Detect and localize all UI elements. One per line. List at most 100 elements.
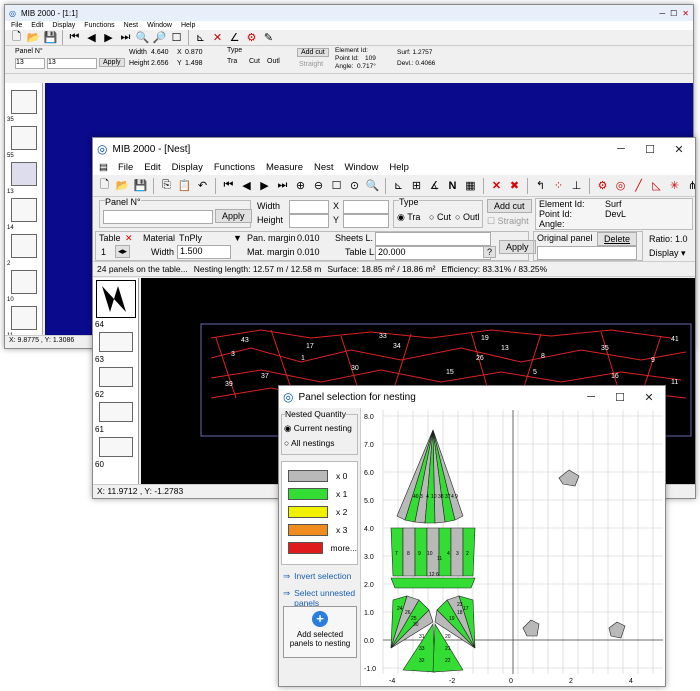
zoom-in-icon[interactable]: 🔍	[135, 30, 150, 45]
zoom-out-icon[interactable]: 🔎	[152, 30, 167, 45]
material-value[interactable]: TnPly	[179, 233, 202, 243]
open-icon[interactable]: 📂	[26, 30, 41, 45]
radio-all-nestings[interactable]: ○ All nestings	[284, 438, 355, 448]
next-icon[interactable]: ▶	[101, 30, 116, 45]
angle-icon[interactable]: ∡	[427, 178, 442, 193]
delete-all-icon[interactable]: ✖	[507, 178, 522, 193]
back-straight-check[interactable]: Straight	[299, 61, 323, 68]
menu-functions[interactable]: Functions	[213, 162, 256, 173]
prev-icon[interactable]: ◀	[84, 30, 99, 45]
first-icon[interactable]: ⏮	[221, 178, 236, 193]
back-close-button[interactable]: ✕	[682, 9, 689, 18]
points-icon[interactable]: ⁘	[551, 178, 566, 193]
last-icon[interactable]: ⏭	[275, 178, 290, 193]
new-icon[interactable]: 🗋	[9, 30, 24, 45]
pencil-icon[interactable]: ✎	[261, 30, 276, 45]
panel-thumb[interactable]	[10, 198, 37, 222]
zoom-out-icon[interactable]: ⊖	[311, 178, 326, 193]
panel-thumb[interactable]	[98, 332, 133, 352]
back-menu-window[interactable]: Window	[146, 22, 173, 29]
back-minimize-button[interactable]: ─	[659, 9, 665, 18]
settings-icon[interactable]: ⚙	[595, 178, 610, 193]
mat-margin-value[interactable]: 0.010	[297, 247, 320, 257]
x-input[interactable]	[343, 200, 389, 214]
copy-icon[interactable]: ⎘	[159, 178, 174, 193]
panel-apply-button[interactable]: Apply	[215, 209, 252, 223]
menu-window[interactable]: Window	[344, 162, 380, 173]
menu-nest[interactable]: Nest	[313, 162, 335, 173]
minimize-button[interactable]: ─	[609, 143, 633, 155]
save-icon[interactable]: 💾	[43, 30, 58, 45]
legend-row[interactable]: more...	[288, 542, 357, 554]
axis-icon[interactable]: ⊥	[569, 178, 584, 193]
close-button[interactable]: ✕	[667, 143, 691, 156]
split-icon[interactable]: ⋔	[685, 178, 695, 193]
back-type-cut[interactable]: Cut	[249, 58, 260, 65]
small-fan-panel[interactable]	[558, 469, 580, 487]
paste-icon[interactable]: 📋	[177, 178, 192, 193]
back-add-cut-button[interactable]: Add cut	[297, 48, 329, 57]
back-panel-input[interactable]: 13	[15, 58, 45, 69]
dialog-close-button[interactable]: ✕	[637, 391, 661, 404]
save-icon[interactable]: 💾	[133, 178, 148, 193]
band-panel[interactable]	[414, 527, 428, 577]
graph-icon[interactable]: ∠	[227, 30, 242, 45]
width-input[interactable]	[289, 200, 329, 214]
pan-margin-value[interactable]: 0.010	[297, 233, 320, 243]
zoom-prev-icon[interactable]: 🔍	[365, 178, 380, 193]
delete-icon[interactable]: ✕	[210, 30, 225, 45]
settings-icon[interactable]: ⚙	[244, 30, 259, 45]
table-apply-button[interactable]: Apply	[499, 240, 536, 254]
selected-thumb[interactable]	[95, 280, 136, 318]
dialog-minimize-button[interactable]: ─	[579, 391, 603, 403]
next-icon[interactable]: ▶	[257, 178, 272, 193]
star-icon[interactable]: ✳	[667, 178, 682, 193]
curve-icon[interactable]: ↰	[533, 178, 548, 193]
display-dropdown[interactable]: Display ▾	[649, 248, 686, 259]
table-remove-icon[interactable]: ✕	[125, 233, 133, 244]
zoom-box-icon[interactable]: ☐	[169, 30, 184, 45]
back-height-value[interactable]: 2.656	[151, 60, 169, 67]
panel-thumb[interactable]	[10, 90, 37, 114]
original-panel-input[interactable]	[537, 246, 637, 260]
back-maximize-button[interactable]: ☐	[670, 9, 677, 18]
height-input[interactable]	[289, 214, 329, 228]
measure-icon[interactable]: ⊾	[391, 178, 406, 193]
back-menu-file[interactable]: File	[10, 22, 23, 29]
table-spinner[interactable]: ◂▸	[115, 245, 131, 258]
radio-current-nesting[interactable]: ◉ Current nesting	[284, 423, 355, 434]
back-apply-button[interactable]: Apply	[99, 58, 125, 67]
back-menu-edit[interactable]: Edit	[30, 22, 44, 29]
north-icon[interactable]: N	[445, 178, 460, 193]
legend-row[interactable]: x 1	[288, 488, 357, 500]
last-icon[interactable]: ⏭	[118, 30, 133, 45]
delete-button[interactable]: Delete	[597, 232, 638, 246]
undo-icon[interactable]: ↶	[195, 178, 210, 193]
type-cut-radio[interactable]: ○ Cut	[429, 212, 451, 222]
new-icon[interactable]: 🗋	[97, 178, 112, 193]
legend-row[interactable]: x 3	[288, 524, 357, 536]
open-icon[interactable]: 📂	[115, 178, 130, 193]
back-panel-field[interactable]: 13	[47, 58, 97, 69]
small-fan-panel[interactable]	[522, 619, 540, 637]
back-width-value[interactable]: 4.640	[151, 49, 169, 56]
panel-thumb[interactable]	[98, 402, 133, 422]
material-dropdown-icon[interactable]: ▼	[233, 233, 242, 243]
menu-help[interactable]: Help	[388, 162, 410, 173]
zoom-in-icon[interactable]: ⊕	[293, 178, 308, 193]
back-x-value[interactable]: 0.870	[185, 49, 203, 56]
back-type-tra[interactable]: Tra	[227, 58, 237, 65]
panel-number-input[interactable]	[103, 210, 213, 224]
select-unnested-link[interactable]: ⇒ Select unnested panels	[283, 588, 356, 608]
add-panels-button[interactable]: + Add selected panels to nesting	[283, 606, 357, 658]
back-menu-functions[interactable]: Functions	[83, 22, 115, 29]
maximize-button[interactable]: ☐	[638, 143, 662, 156]
back-y-value[interactable]: 1.498	[185, 60, 203, 67]
help-button[interactable]: ?	[483, 246, 497, 258]
table-length-input[interactable]: 20.000	[375, 246, 491, 260]
small-fan-panel[interactable]	[608, 621, 626, 639]
prev-icon[interactable]: ◀	[239, 178, 254, 193]
zoom-all-icon[interactable]: ⊙	[347, 178, 362, 193]
type-outl-radio[interactable]: ○ Outl	[455, 212, 479, 222]
legend-row[interactable]: x 2	[288, 506, 357, 518]
